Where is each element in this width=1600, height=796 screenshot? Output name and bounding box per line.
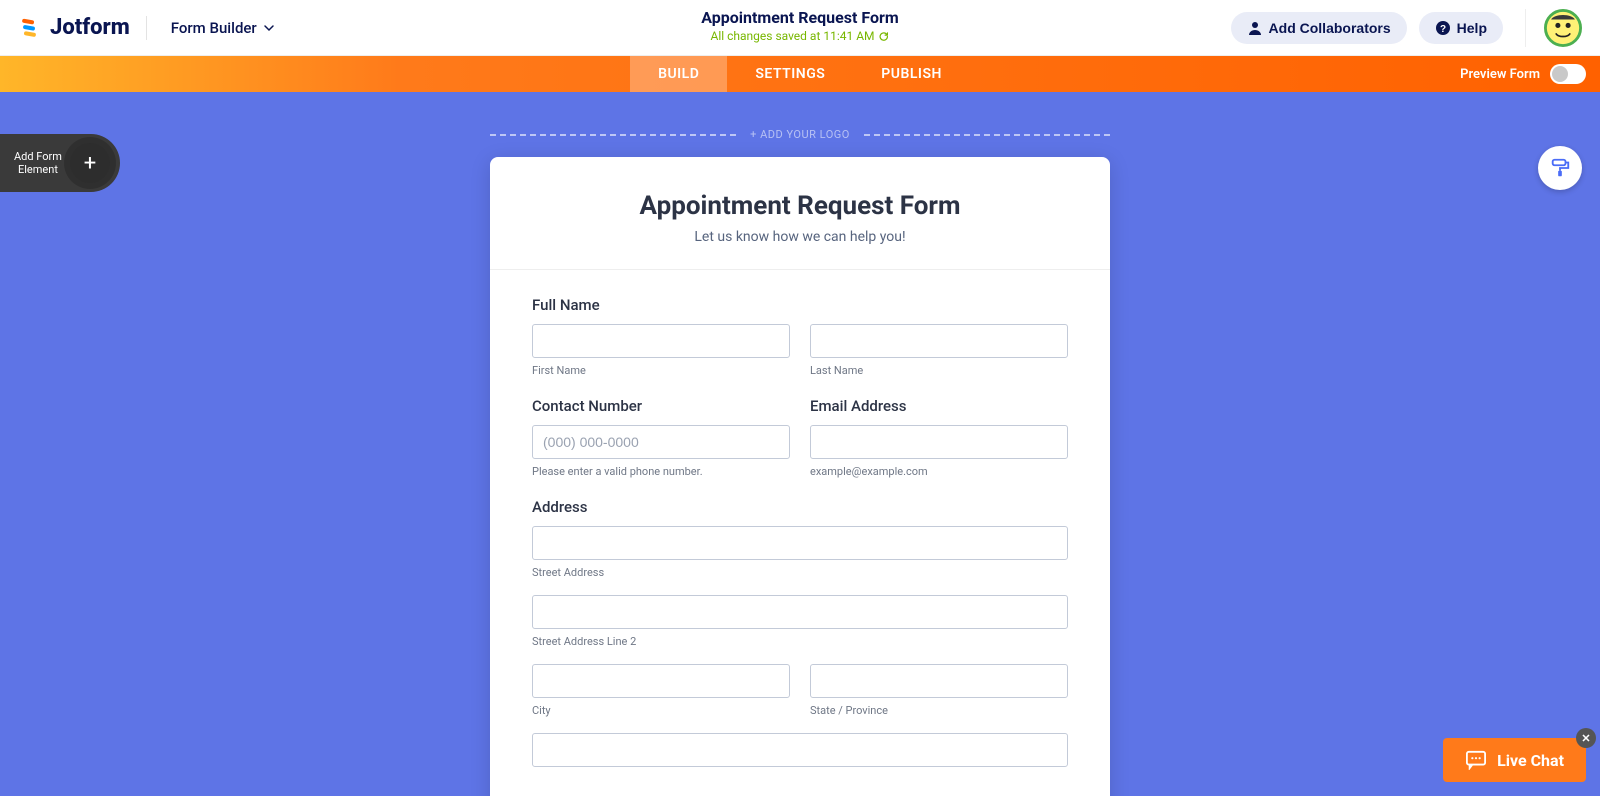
add-logo-row: + ADD YOUR LOGO xyxy=(490,128,1110,141)
header-center: Appointment Request Form All changes sav… xyxy=(701,8,899,43)
tab-publish[interactable]: PUBLISH xyxy=(853,56,970,92)
add-form-element-button[interactable]: Add Form Element + xyxy=(0,134,120,192)
tabs: BUILD SETTINGS PUBLISH xyxy=(630,56,970,92)
divider xyxy=(146,16,147,40)
form-card[interactable]: Appointment Request Form Let us know how… xyxy=(490,157,1110,796)
sublabel-last-name: Last Name xyxy=(810,364,1068,377)
field-address[interactable]: Address Street Address Street Address Li… xyxy=(532,498,1068,767)
label-contact: Contact Number xyxy=(532,397,790,415)
input-email[interactable] xyxy=(810,425,1068,459)
chevron-down-icon xyxy=(263,22,275,34)
field-contact-email[interactable]: Contact Number Please enter a valid phon… xyxy=(532,397,1068,478)
input-state[interactable] xyxy=(810,664,1068,698)
form-canvas: + ADD YOUR LOGO Appointment Request Form… xyxy=(0,92,1600,796)
preview-label: Preview Form xyxy=(1460,67,1540,82)
header-right: Add Collaborators ? Help xyxy=(1231,9,1582,47)
input-extra[interactable] xyxy=(532,733,1068,767)
dash-right xyxy=(864,134,1110,136)
input-last-name[interactable] xyxy=(810,324,1068,358)
svg-text:?: ? xyxy=(1440,24,1446,35)
tab-settings[interactable]: SETTINGS xyxy=(727,56,853,92)
logo-icon xyxy=(18,16,42,40)
form-builder-label: Form Builder xyxy=(171,19,257,37)
form-builder-dropdown[interactable]: Form Builder xyxy=(163,13,283,43)
dash-left xyxy=(490,134,736,136)
page-title: Appointment Request Form xyxy=(701,8,899,27)
help-button[interactable]: ? Help xyxy=(1419,12,1503,44)
sublabel-state: State / Province xyxy=(810,704,1068,717)
person-icon xyxy=(1247,20,1263,36)
add-logo-button[interactable]: + ADD YOUR LOGO xyxy=(750,128,850,141)
add-collaborators-button[interactable]: Add Collaborators xyxy=(1231,12,1407,44)
preview-toggle-group: Preview Form xyxy=(1460,56,1586,92)
tab-build[interactable]: BUILD xyxy=(630,56,727,92)
form-subtitle: Let us know how we can help you! xyxy=(530,229,1070,245)
chat-icon xyxy=(1465,750,1487,770)
tab-bar: BUILD SETTINGS PUBLISH Preview Form xyxy=(0,56,1600,92)
divider xyxy=(1525,9,1526,47)
sublabel-street2: Street Address Line 2 xyxy=(532,635,1068,648)
paint-roller-icon xyxy=(1549,157,1571,179)
live-chat-button[interactable]: Live Chat ✕ xyxy=(1443,738,1586,782)
form-body: Full Name First Name Last Name Con xyxy=(490,270,1110,796)
form-header-block[interactable]: Appointment Request Form Let us know how… xyxy=(490,157,1110,270)
preview-toggle[interactable] xyxy=(1550,64,1586,84)
hint-contact: Please enter a valid phone number. xyxy=(532,465,790,478)
input-street[interactable] xyxy=(532,526,1068,560)
add-element-text: Add Form Element xyxy=(14,150,62,176)
brand-name: Jotform xyxy=(50,15,130,40)
label-full-name: Full Name xyxy=(532,296,1068,314)
save-status: All changes saved at 11:41 AM xyxy=(701,29,899,43)
hint-email: example@example.com xyxy=(810,465,1068,478)
input-first-name[interactable] xyxy=(532,324,790,358)
label-address: Address xyxy=(532,498,1068,516)
brand-logo[interactable]: Jotform xyxy=(18,15,130,40)
toggle-knob xyxy=(1552,66,1568,82)
app-header: Jotform Form Builder Appointment Request… xyxy=(0,0,1600,56)
sublabel-street: Street Address xyxy=(532,566,1068,579)
field-full-name[interactable]: Full Name First Name Last Name xyxy=(532,296,1068,377)
sublabel-city: City xyxy=(532,704,790,717)
refresh-icon xyxy=(879,31,890,42)
user-avatar[interactable] xyxy=(1544,9,1582,47)
input-contact-number[interactable] xyxy=(532,425,790,459)
label-email: Email Address xyxy=(810,397,1068,415)
input-city[interactable] xyxy=(532,664,790,698)
sublabel-first-name: First Name xyxy=(532,364,790,377)
input-street2[interactable] xyxy=(532,595,1068,629)
close-chat-icon[interactable]: ✕ xyxy=(1576,728,1596,748)
plus-icon: + xyxy=(70,143,110,183)
form-title: Appointment Request Form xyxy=(530,191,1070,221)
form-designer-button[interactable] xyxy=(1538,146,1582,190)
help-icon: ? xyxy=(1435,20,1451,36)
